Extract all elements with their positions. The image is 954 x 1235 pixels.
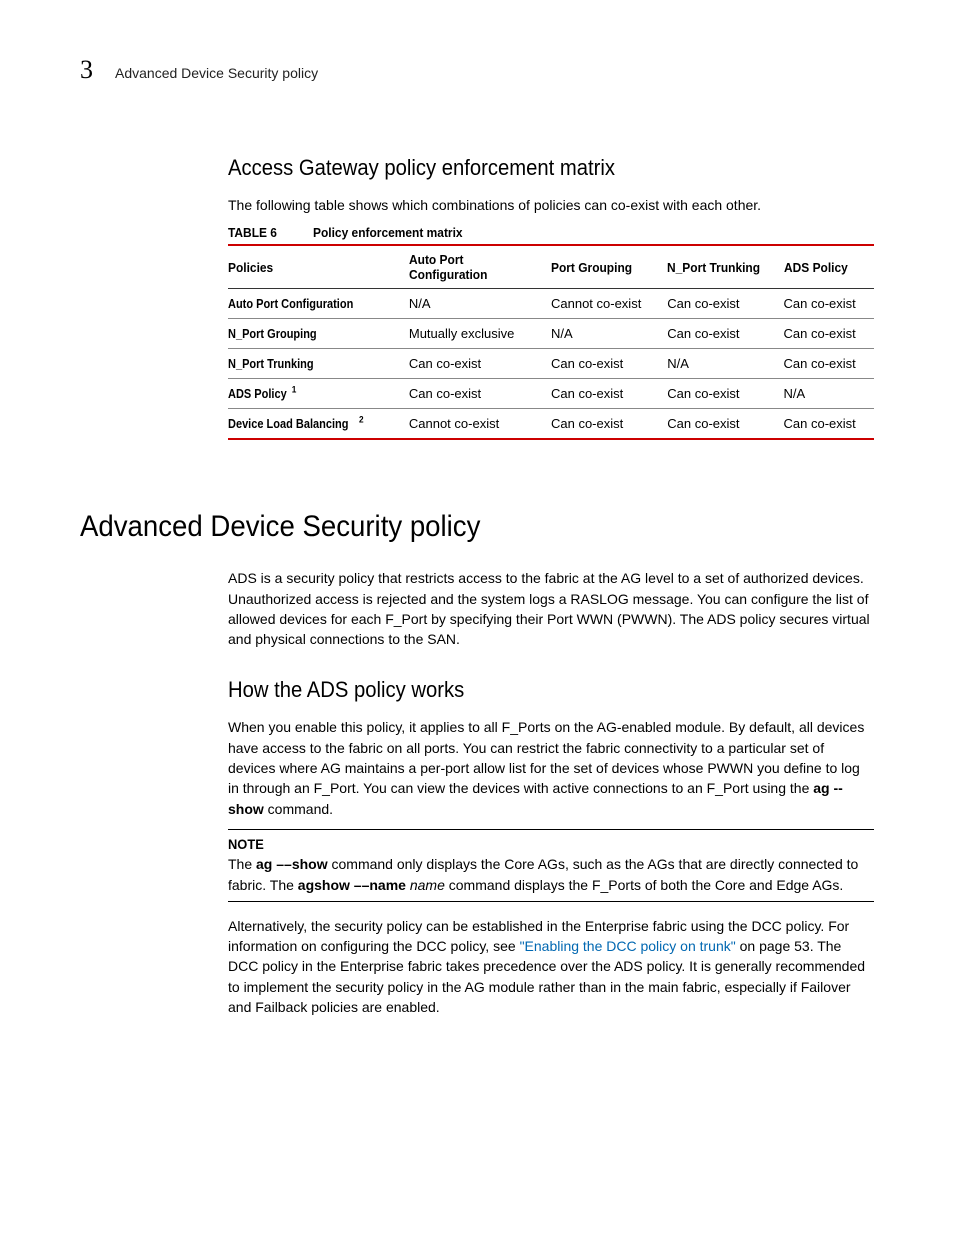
- table-row: ADS Policy 1 Can co-exist Can co-exist Ca…: [228, 379, 874, 409]
- command-arg-name: name: [410, 877, 445, 893]
- cell: Can co-exist: [551, 379, 667, 409]
- cell: Can co-exist: [409, 349, 551, 379]
- row-name: N_Port Trunking: [228, 356, 314, 371]
- command-agshow: agshow: [298, 877, 350, 893]
- text: When you enable this policy, it applies …: [228, 719, 864, 796]
- row-name: Device Load Balancing: [228, 416, 348, 431]
- table-row: N_Port Grouping Mutually exclusive N/A C…: [228, 319, 874, 349]
- cell: Can co-exist: [667, 319, 783, 349]
- cell: N/A: [409, 289, 551, 319]
- command-show: show: [292, 856, 328, 872]
- cell: Can co-exist: [784, 349, 874, 379]
- cell: Can co-exist: [784, 289, 874, 319]
- cell: Can co-exist: [551, 349, 667, 379]
- cell: Can co-exist: [784, 409, 874, 440]
- table-header-row: Policies Auto Port Configuration Port Gr…: [228, 245, 874, 289]
- text: command.: [264, 801, 333, 817]
- row-name: ADS Policy: [228, 386, 287, 401]
- table-label: TABLE 6: [228, 225, 277, 240]
- running-header: 3 Advanced Device Security policy: [80, 55, 874, 85]
- chapter-number: 3: [80, 55, 93, 85]
- page: 3 Advanced Device Security policy Access…: [0, 0, 954, 1235]
- section-intro: The following table shows which combinat…: [228, 195, 874, 215]
- how-works-p2: Alternatively, the security policy can b…: [228, 916, 874, 1017]
- policy-matrix-table: Policies Auto Port Configuration Port Gr…: [228, 244, 874, 440]
- cell: Mutually exclusive: [409, 319, 551, 349]
- cell: N/A: [784, 379, 874, 409]
- col-port-grouping: Port Grouping: [551, 260, 632, 275]
- cell: Cannot co-exist: [551, 289, 667, 319]
- chapter-heading: Advanced Device Security policy: [80, 510, 810, 544]
- row-name: Auto Port Configuration: [228, 296, 353, 311]
- cell: N/A: [551, 319, 667, 349]
- running-header-text: Advanced Device Security policy: [115, 65, 318, 81]
- command-gap: ––: [350, 877, 369, 893]
- section-heading-matrix: Access Gateway policy enforcement matrix: [228, 155, 822, 181]
- command-gap: ––: [272, 856, 291, 872]
- cell: Can co-exist: [667, 409, 783, 440]
- note-body: The ag ––show command only displays the …: [228, 854, 874, 895]
- xref-dcc-policy[interactable]: "Enabling the DCC policy on trunk": [520, 938, 736, 954]
- content-column: ADS is a security policy that restricts …: [228, 568, 874, 1017]
- cell: Can co-exist: [667, 379, 783, 409]
- cell: N/A: [667, 349, 783, 379]
- text: command displays the F_Ports of both the…: [445, 877, 843, 893]
- command-name: name: [369, 877, 406, 893]
- table-row: N_Port Trunking Can co-exist Can co-exis…: [228, 349, 874, 379]
- table-row: Auto Port Configuration N/A Cannot co-ex…: [228, 289, 874, 319]
- table-title: Policy enforcement matrix: [313, 225, 463, 240]
- chapter-intro: ADS is a security policy that restricts …: [228, 568, 874, 649]
- row-name: N_Port Grouping: [228, 326, 317, 341]
- how-works-p1: When you enable this policy, it applies …: [228, 717, 874, 818]
- cell: Can co-exist: [409, 379, 551, 409]
- col-nport-trunking: N_Port Trunking: [667, 260, 760, 275]
- cell: Can co-exist: [667, 289, 783, 319]
- col-auto-port: Auto Port Configuration: [409, 252, 532, 282]
- col-policies: Policies: [228, 260, 273, 275]
- section-heading-how-works: How the ADS policy works: [228, 677, 822, 703]
- note-block: NOTE The ag ––show command only displays…: [228, 829, 874, 902]
- footnote-ref: 1: [292, 385, 297, 395]
- cell: Cannot co-exist: [409, 409, 551, 440]
- content-column: Access Gateway policy enforcement matrix…: [228, 155, 874, 440]
- footnote-ref: 2: [359, 415, 364, 425]
- table-caption: TABLE 6 Policy enforcement matrix: [228, 225, 874, 240]
- cell: Can co-exist: [551, 409, 667, 440]
- command-ag: ag: [256, 856, 272, 872]
- text: The: [228, 856, 256, 872]
- note-label: NOTE: [228, 834, 264, 854]
- col-ads-policy: ADS Policy: [784, 260, 848, 275]
- table-row: Device Load Balancing 2 Cannot co-exist C…: [228, 409, 874, 440]
- cell: Can co-exist: [784, 319, 874, 349]
